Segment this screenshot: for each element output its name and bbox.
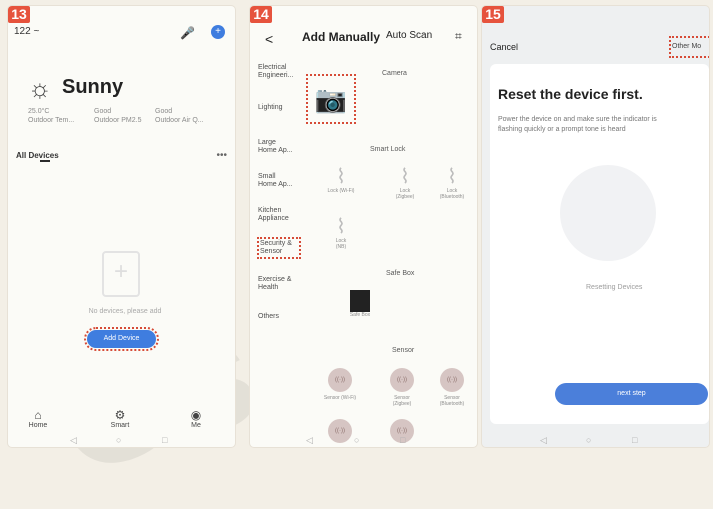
sys-home-icon[interactable]: ○ [354,435,359,445]
lock-icon: ⌇ [336,166,346,188]
camera-device[interactable]: 📷 [306,74,356,124]
tab-all-devices[interactable]: All Devices [16,151,59,160]
scan-icon[interactable]: ⌗ [455,29,462,44]
category-lighting[interactable]: Lighting [258,104,296,112]
step-badge: 13 [8,6,30,23]
mic-icon[interactable]: 🎤 [180,26,195,40]
step-badge: 14 [250,6,272,23]
lock-wifi[interactable]: ⌇ Lock (Wi-Fi) [326,166,356,194]
cancel-button[interactable]: Cancel [490,42,518,52]
sys-recent-icon[interactable]: □ [162,435,167,445]
sensor-bluetooth-icon[interactable]: ((·)) [440,368,464,392]
sys-back-icon[interactable]: ◁ [306,435,313,446]
weather-title: Sunny [62,76,124,98]
panel-15: 15 Cancel Other Mo Reset the device firs… [482,6,709,447]
back-icon[interactable]: < [265,31,273,47]
device-illustration [560,165,656,261]
lock-nb[interactable]: ⌇ Lock (NB) [326,216,356,250]
camera-icon: 📷 [314,84,348,114]
sys-back-icon[interactable]: ◁ [540,435,547,446]
next-step-button[interactable]: next step [555,383,708,405]
reset-title: Reset the device first. [498,86,643,102]
category-kitchen[interactable]: Kitchen Appliance [258,207,296,223]
panel-13: 13 122 ~ 🎤 + ☼ Sunny 25.0°C Outdoor Tem.… [8,6,235,447]
sensor-zigbee-label: Sensor (Zigbee) [392,395,412,407]
sys-home-icon[interactable]: ○ [116,435,121,445]
sys-back-icon[interactable]: ◁ [70,435,77,446]
stat-airq: Good Outdoor Air Q... [155,108,204,124]
safe-box-device[interactable]: Safe Box [343,290,377,318]
add-icon[interactable]: + [211,25,225,39]
category-others[interactable]: Others [258,313,296,321]
label-smart-lock: Smart Lock [370,146,406,153]
sys-recent-icon[interactable]: □ [632,435,637,445]
sys-home-icon[interactable]: ○ [586,435,591,445]
sensor-wifi-label: Sensor (Wi-Fi) [323,395,357,401]
system-nav: ◁ ○ □ [8,435,235,447]
step-badge: 15 [482,6,504,23]
nav-smart[interactable]: ⚙ Smart [100,408,140,429]
time-text: 122 ~ [14,26,40,37]
reset-description: Power the device on and make sure the in… [498,116,657,133]
lock-icon: ⌇ [336,216,346,238]
system-nav: ◁ ○ □ [482,435,709,447]
stat-temp: 25.0°C Outdoor Tem... [28,108,75,124]
category-electrical[interactable]: Electrical Engineeri... [258,64,296,80]
sensor-wifi-icon[interactable]: ((·)) [328,368,352,392]
category-exercise[interactable]: Exercise & Health [258,276,296,292]
category-small-home[interactable]: Small Home Ap... [258,173,296,189]
category-security-sensor[interactable]: Security & Sensor [257,237,301,259]
tab-add-manually[interactable]: Add Manually [302,30,380,44]
sys-recent-icon[interactable]: □ [400,435,405,445]
tab-auto-scan[interactable]: Auto Scan [386,30,432,41]
nav-home[interactable]: ⌂ Home [18,408,58,429]
smart-icon: ⚙ [114,408,126,422]
bottom-nav: ⌂ Home ⚙ Smart ◉ Me [8,408,235,434]
empty-devices-icon: + [102,251,140,297]
safe-box-icon [350,290,370,312]
more-icon[interactable]: ••• [216,150,227,161]
empty-text: No devices, please add [88,308,162,315]
category-large-home[interactable]: Large Home Ap... [258,139,296,155]
lock-icon: ⌇ [400,166,410,188]
sensor-zigbee-icon[interactable]: ((·)) [390,368,414,392]
nav-me[interactable]: ◉ Me [176,408,216,429]
stat-pm25: Good Outdoor PM2.5 [94,108,142,124]
lock-icon: ⌇ [447,166,457,188]
tab-indicator [40,160,50,162]
label-safe-box: Safe Box [386,270,415,277]
panel-14: 14 < Add Manually Auto Scan ⌗ Electrical… [250,6,477,447]
label-sensor: Sensor [392,347,415,354]
lock-bluetooth[interactable]: ⌇ Lock (Bluetooth) [437,166,467,200]
me-icon: ◉ [190,408,202,422]
other-mode-button[interactable]: Other Mo [669,36,709,58]
label-camera: Camera [382,70,407,77]
sensor-bluetooth-label: Sensor (Bluetooth) [439,395,465,407]
resetting-text: Resetting Devices [586,284,643,291]
lock-zigbee[interactable]: ⌇ Lock (Zigbee) [390,166,420,200]
system-nav: ◁ ○ □ [250,435,477,447]
sun-icon: ☼ [28,73,52,103]
home-icon: ⌂ [34,408,42,422]
add-device-button[interactable]: Add Device [84,327,159,351]
